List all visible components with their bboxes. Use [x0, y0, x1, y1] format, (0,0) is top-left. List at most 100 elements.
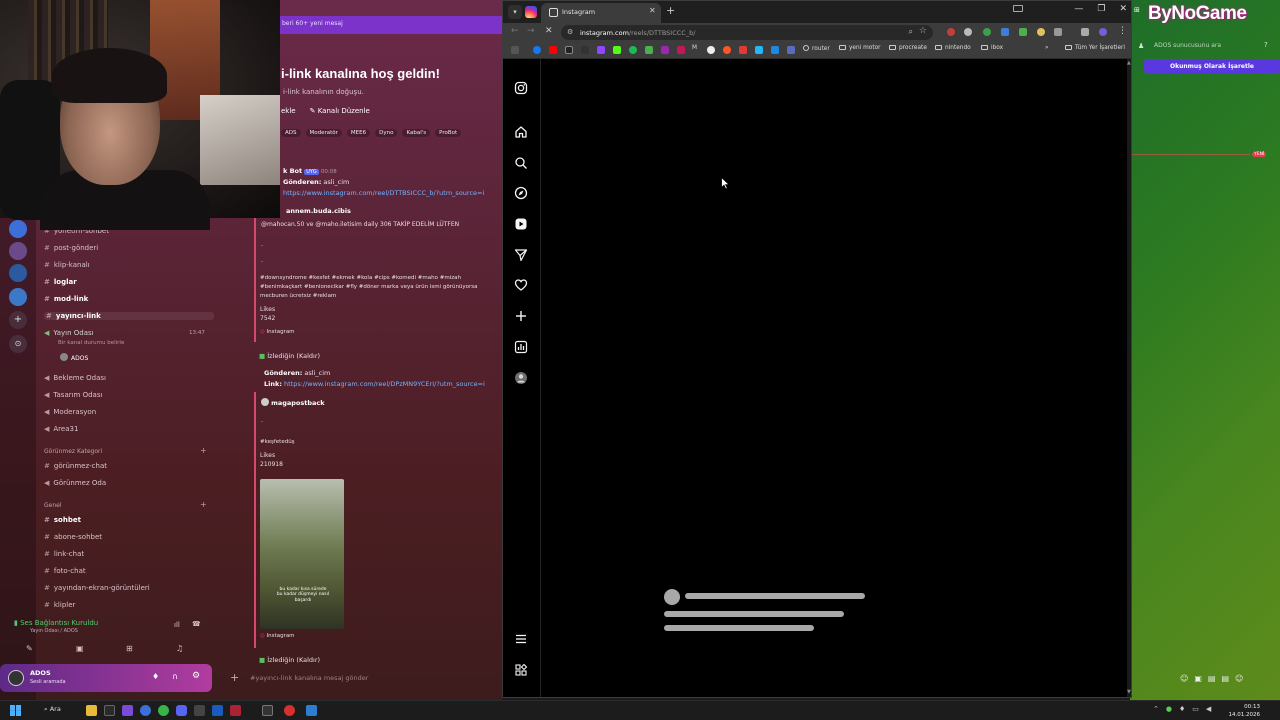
server-icon[interactable] [9, 242, 27, 260]
add-channel-icon[interactable]: + [200, 500, 207, 509]
bookmark-folder[interactable]: ibox [981, 45, 1003, 51]
role-tag[interactable]: Kabal's [402, 129, 431, 137]
taskbar-app-icon[interactable] [212, 705, 223, 716]
avatar[interactable] [8, 670, 24, 686]
windows-start-icon[interactable] [10, 705, 21, 716]
taskbar-app-icon[interactable] [262, 705, 273, 716]
headphones-icon[interactable]: ∩ [172, 672, 178, 681]
user-name[interactable]: ADOS [30, 669, 51, 677]
extension-icon[interactable] [983, 28, 991, 36]
instagram-logo-icon[interactable] [514, 81, 528, 95]
noise-suppression-icon[interactable]: ıll [174, 621, 180, 629]
server-icon[interactable] [9, 220, 27, 238]
x-twitter-icon[interactable] [565, 46, 573, 54]
scroll-up-icon[interactable]: ▲ [1127, 60, 1131, 66]
pinned-tab-instagram-icon[interactable] [525, 6, 537, 18]
bookmark-icon[interactable] [645, 46, 653, 54]
server-search[interactable]: ADOS sunucusunu ara [1154, 42, 1221, 49]
taskbar-app-icon[interactable] [104, 705, 115, 716]
voice-connected[interactable]: ▮ Ses Bağlantısı Kuruldu [14, 619, 98, 627]
bookmark-m[interactable]: M [692, 45, 697, 51]
file-explorer-icon[interactable] [86, 705, 97, 716]
channel-item[interactable]: # görünmez-chat [44, 462, 107, 470]
notifications-heart-icon[interactable] [514, 278, 528, 292]
members-icon[interactable]: ♟ [1138, 42, 1144, 50]
voice-connected-sub[interactable]: Yayın Odası / ADOS [30, 628, 78, 634]
tab-instagram[interactable]: Instagram ✕ [541, 3, 661, 23]
all-bookmarks-folder[interactable]: Tüm Yer İşaretleri [1065, 45, 1125, 51]
taskbar-app-icon[interactable] [140, 705, 151, 716]
tab-search-dropdown-icon[interactable]: ▾ [508, 5, 522, 19]
chrome-icon[interactable] [158, 705, 169, 716]
tray-overflow-icon[interactable]: ⌃ [1153, 705, 1159, 713]
taskbar-app-icon[interactable] [194, 705, 205, 716]
channel-item[interactable]: # mod-link [44, 295, 88, 303]
address-bar[interactable]: ⚙ instagram.com/reels/DTTBSICCC_b/ ⌕ ☆ [561, 25, 933, 40]
channel-item[interactable]: # yayından-ekran-görüntüleri [44, 584, 150, 592]
voice-user[interactable]: ADOS [60, 353, 88, 362]
help-icon[interactable]: ? [1264, 41, 1268, 49]
scroll-down-icon[interactable]: ▼ [1127, 689, 1131, 695]
microphone-icon[interactable]: ♦ [152, 672, 159, 681]
messages-icon[interactable] [514, 248, 528, 262]
channel-item[interactable]: # link-chat [44, 550, 84, 558]
taskbar-search[interactable]: ⌕ Ara [44, 705, 61, 714]
channel-item[interactable]: # klipler [44, 601, 75, 609]
inbox-icon[interactable]: ⊞ [1134, 6, 1140, 14]
obs-icon[interactable] [284, 705, 295, 716]
cast-icon[interactable] [1013, 5, 1023, 12]
voice-room[interactable]: ◀ Area31 [44, 425, 78, 433]
twitch-icon[interactable] [597, 46, 605, 54]
message-link[interactable]: https://www.instagram.com/reel/DTTBSICCC… [283, 189, 484, 197]
voice-channel[interactable]: ◀ Yayın Odası [44, 329, 94, 337]
discord-icon[interactable] [176, 705, 187, 716]
ignore-button[interactable]: ■ İzlediğin (Kaldır) [259, 352, 320, 360]
bookmark-icon[interactable] [661, 46, 669, 54]
page-scrollbar[interactable]: ▲ ▼ [1127, 59, 1131, 697]
youtube-icon[interactable] [549, 46, 557, 54]
mic-icon[interactable]: ♦ [1179, 705, 1185, 713]
channel-item[interactable]: # klip-kanalı [44, 261, 90, 269]
spotify-icon[interactable] [629, 46, 637, 54]
add-action[interactable]: ekle [281, 107, 296, 115]
channel-item[interactable]: # post-gönderi [44, 244, 98, 252]
profile-avatar-icon[interactable] [1099, 28, 1107, 36]
channel-item[interactable]: # abone-sohbet [44, 533, 102, 541]
bookmark-folder[interactable]: yeni motor [839, 45, 881, 51]
ignore-button[interactable]: ■ İzlediğin (Kaldır) [259, 656, 320, 664]
message-link[interactable]: https://www.instagram.com/reel/DPzMN9YCE… [284, 380, 485, 388]
new-tab-icon[interactable]: + [666, 4, 675, 17]
bookmark-star-icon[interactable]: ☆ [919, 26, 927, 36]
volume-icon[interactable]: ◀ [1206, 705, 1211, 713]
dashboard-icon[interactable] [514, 340, 528, 354]
message-author[interactable]: k Bot [283, 167, 302, 175]
channel-item[interactable]: # foto-chat [44, 567, 86, 575]
message-input[interactable]: + #yayıncı-link kanalına mesaj gönder [222, 666, 502, 690]
stop-loading-icon[interactable]: ✕ [545, 26, 553, 36]
embed-profile[interactable]: annem.buda.cibis [286, 207, 351, 215]
kick-icon[interactable] [613, 46, 621, 54]
bookmark-icon[interactable] [739, 46, 747, 54]
taskbar-clock[interactable]: 00:13 14.01.2026 [1226, 703, 1261, 719]
forward-icon[interactable]: → [527, 26, 535, 36]
extension-icon[interactable] [1081, 28, 1089, 36]
profile-icon[interactable] [514, 371, 528, 385]
channel-item-selected[interactable]: # yayıncı-link [44, 312, 214, 320]
extensions-puzzle-icon[interactable] [1054, 28, 1062, 36]
role-tag[interactable]: Moderatör [305, 129, 342, 137]
role-tag[interactable]: MEE6 [346, 129, 371, 137]
tab-close-icon[interactable]: ✕ [649, 6, 656, 15]
bookmark-folder[interactable]: nintendo [935, 45, 971, 51]
new-messages-banner[interactable]: beri 60+ yeni mesaj [280, 16, 502, 34]
bookmark-icon[interactable] [787, 46, 795, 54]
voice-status-hint[interactable]: Bir kanal durumu belirle [58, 340, 124, 346]
create-plus-icon[interactable] [514, 309, 528, 323]
role-tag[interactable]: ADS [281, 129, 301, 137]
facebook-icon[interactable] [533, 46, 541, 54]
more-bookmarks-icon[interactable]: » [1045, 45, 1049, 51]
discover-icon[interactable]: ⊙ [9, 335, 27, 353]
bookmark-icon[interactable] [771, 46, 779, 54]
category-general[interactable]: Genel [44, 502, 62, 509]
extension-icon[interactable] [964, 28, 972, 36]
channel-item[interactable]: # loglar [44, 278, 77, 286]
